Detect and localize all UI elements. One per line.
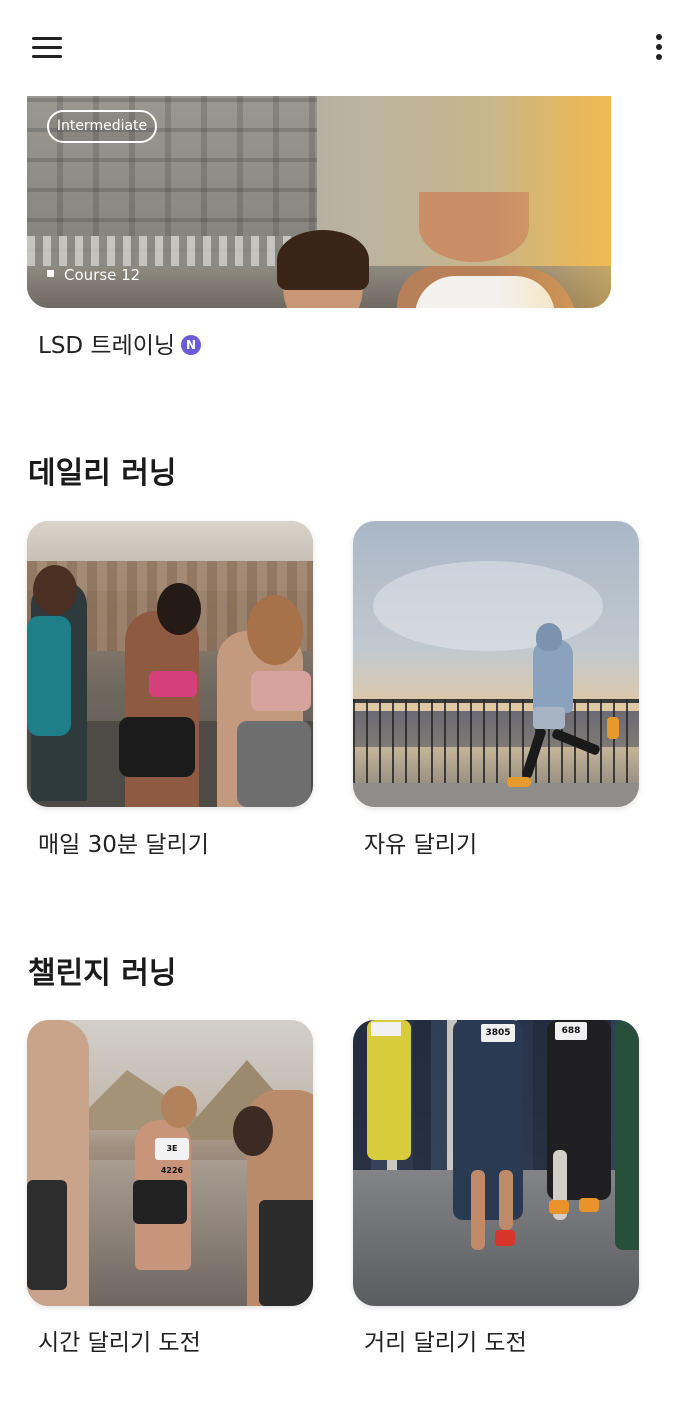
- photo-runner-shoe: [607, 717, 619, 739]
- featured-course-title[interactable]: LSD 트레이닝 N: [38, 326, 202, 360]
- photo-runner-shoe: [579, 1198, 599, 1212]
- free-run-card[interactable]: [353, 521, 639, 807]
- course-number: Course 12: [47, 266, 140, 284]
- photo-runner-shorts: [133, 1180, 187, 1224]
- photo-runner-head: [161, 1086, 197, 1128]
- time-challenge-label[interactable]: 시간 달리기 도전: [38, 1323, 201, 1357]
- section-title-daily: 데일리 러닝: [28, 456, 177, 491]
- photo-spectator-head: [233, 1106, 273, 1156]
- level-badge: Intermediate: [47, 110, 157, 143]
- time-challenge-card[interactable]: 3E 4226: [27, 1020, 313, 1306]
- photo-runner-head: [247, 595, 303, 665]
- more-vertical-icon[interactable]: [645, 30, 673, 66]
- new-badge-icon: N: [181, 334, 202, 355]
- featured-title-text: LSD 트레이닝: [38, 333, 176, 359]
- photo-runner-bib: 3E 4226: [155, 1138, 189, 1175]
- daily-30min-card[interactable]: [27, 521, 313, 807]
- photo-runner-shoe: [507, 777, 531, 787]
- photo-fence: [353, 699, 639, 783]
- featured-photo-railing: [27, 236, 307, 266]
- photo-runner-hood: [536, 623, 562, 651]
- photo-spectator-clothes: [259, 1200, 313, 1306]
- photo-runner-head: [157, 583, 201, 635]
- photo-cloud: [373, 561, 603, 651]
- photo-runner-leg: [471, 1170, 485, 1250]
- photo-runner-top: [251, 671, 311, 711]
- course-label: Course 12: [64, 266, 141, 284]
- photo-runner-shoe: [495, 1230, 515, 1246]
- course-square-icon: [47, 270, 54, 277]
- photo-runner-leggings: [237, 721, 311, 807]
- hamburger-menu-icon[interactable]: [28, 32, 68, 66]
- photo-runner-bib: [371, 1022, 401, 1036]
- photo-floor: [353, 783, 639, 807]
- photo-runner: [615, 1020, 639, 1250]
- photo-runner-shirt: [27, 616, 71, 736]
- photo-runner-bib: 3805: [481, 1024, 515, 1042]
- section-title-challenge: 챌린지 러닝: [28, 956, 177, 991]
- photo-runner-head: [33, 565, 77, 615]
- photo-runner-shorts: [533, 707, 565, 729]
- photo-runner: [125, 611, 199, 807]
- daily-30min-label[interactable]: 매일 30분 달리기: [38, 825, 209, 859]
- photo-runner-top: [149, 671, 197, 697]
- featured-photo-runner-1-hair: [277, 230, 369, 290]
- photo-runner: [367, 1020, 411, 1160]
- photo-runner-shoe: [549, 1200, 569, 1214]
- photo-spectator-clothes: [27, 1180, 67, 1290]
- free-run-label[interactable]: 자유 달리기: [364, 825, 477, 859]
- photo-runner-leg: [499, 1170, 513, 1230]
- photo-runner-bib: 688: [555, 1022, 587, 1040]
- photo-runner-shorts: [119, 717, 195, 777]
- featured-photo-sunlight: [497, 96, 611, 308]
- distance-challenge-label[interactable]: 거리 달리기 도전: [364, 1323, 527, 1357]
- top-app-bar: [0, 0, 700, 96]
- distance-challenge-card[interactable]: 3805 688: [353, 1020, 639, 1306]
